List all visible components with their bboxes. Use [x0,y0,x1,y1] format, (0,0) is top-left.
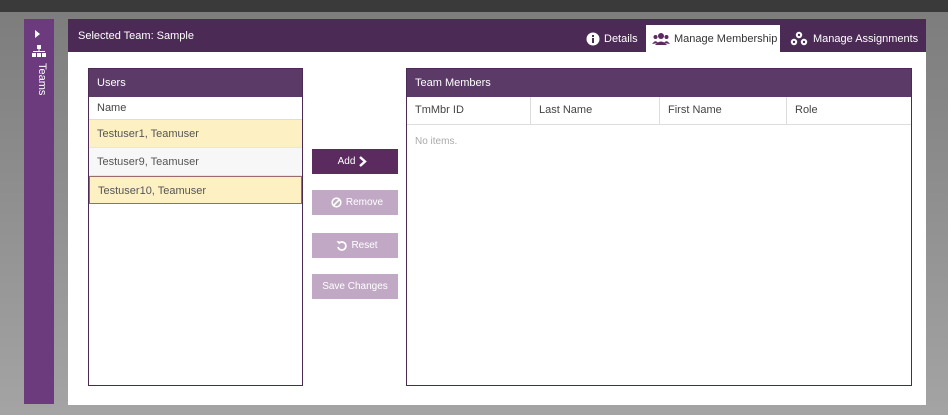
remove-button-label: Remove [345,197,384,208]
assignments-icon [790,31,808,45]
column-header-last-name[interactable]: Last Name [531,97,660,124]
add-button[interactable]: Add [312,149,398,174]
users-list-panel: Users Name Testuser1, Teamuser Testuser9… [88,68,303,386]
tab-details[interactable]: Details [582,25,648,52]
reset-button-label: Reset [351,240,378,251]
teams-side-rail[interactable]: Teams [24,19,54,404]
org-chart-icon [32,45,46,57]
save-changes-label: Save Changes [322,281,388,292]
info-icon [586,32,600,45]
users-name-column-header[interactable]: Name [89,97,302,120]
column-header-first-name[interactable]: First Name [660,97,787,124]
empty-table-message: No items. [415,136,458,147]
teams-rail-text: Teams [36,63,48,96]
tab-membership-label: Manage Membership [674,32,778,45]
save-changes-button[interactable]: Save Changes [312,274,398,299]
main-panel: Selected Team: Sample Details Manage Mem… [68,19,926,405]
team-members-title: Team Members [407,69,911,97]
remove-button[interactable]: Remove [312,190,398,215]
list-item[interactable]: Testuser10, Teamuser [89,176,302,204]
list-item[interactable]: Testuser9, Teamuser [89,148,302,176]
window-top-bar [0,0,948,12]
tab-manage-membership[interactable]: Manage Membership [646,25,780,52]
tab-manage-assignments[interactable]: Manage Assignments [785,25,925,52]
column-header-tmmbr-id[interactable]: TmMbr ID [407,97,531,124]
tab-assignments-label: Manage Assignments [813,32,919,45]
add-button-label: Add [337,156,356,167]
selected-team-label: Selected Team: Sample [78,30,194,42]
users-title: Users [89,69,302,97]
team-members-panel: Team Members TmMbr ID Last Name First Na… [406,68,912,386]
ban-icon [331,197,342,208]
reset-button[interactable]: Reset [312,233,398,258]
tab-details-label: Details [604,32,638,45]
panel-header: Selected Team: Sample Details Manage Mem… [68,19,926,52]
chevron-right-icon [359,156,368,167]
team-members-table-header: TmMbr ID Last Name First Name Role [407,97,911,125]
expand-arrow-icon[interactable] [35,30,40,38]
teams-rail-label[interactable]: Teams [28,63,50,123]
people-icon [652,32,670,45]
column-header-role[interactable]: Role [787,97,911,124]
undo-icon [336,241,348,251]
list-item[interactable]: Testuser1, Teamuser [89,120,302,148]
